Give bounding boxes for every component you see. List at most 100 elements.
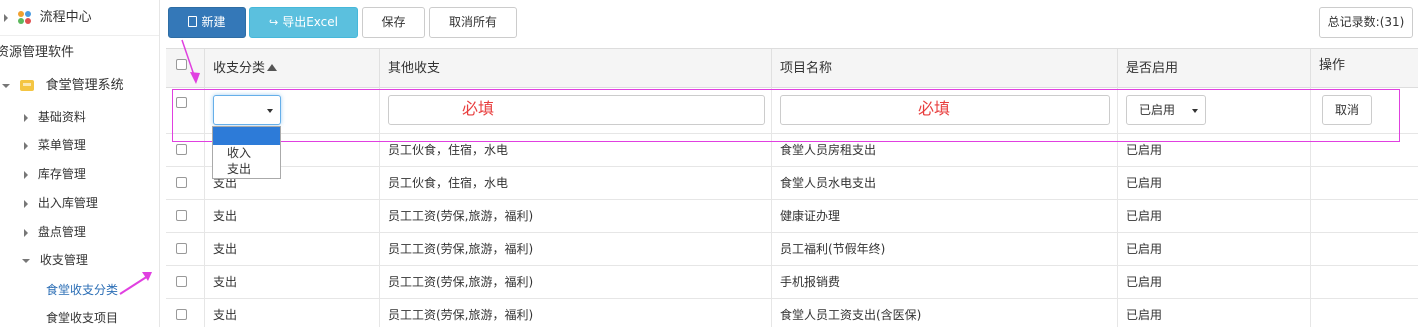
sidebar-item-label: 资源管理软件	[0, 45, 75, 60]
actions-cell	[1310, 299, 1418, 327]
sidebar-item-label: 盘点管理	[37, 225, 86, 239]
table-row[interactable]: 支出 员工工资(劳保,旅游，福利) 健康证办理 已启用	[166, 200, 1418, 233]
sidebar-item-label: 流程中心	[39, 10, 92, 25]
category-dropdown-list: 收入 支出	[212, 126, 281, 179]
sidebar-item-label: 收支管理	[39, 253, 88, 267]
table-row[interactable]: 支出 员工伙食，住宿，水电 食堂人员水电支出 已启用	[166, 167, 1418, 200]
edit-name-cell: 必填	[771, 88, 1117, 134]
select-all-checkbox[interactable]	[176, 59, 187, 70]
row-select-cell	[166, 134, 204, 167]
edit-action-cell: 取消	[1310, 88, 1418, 134]
table-row[interactable]: 支出 员工工资(劳保,旅游，福利) 食堂人员工资支出(含医保) 已启用	[166, 299, 1418, 327]
actions-cell	[1310, 233, 1418, 266]
header-label: 操作	[1319, 58, 1346, 73]
other-cell-text: 员工伙食，住宿，水电	[388, 143, 509, 157]
other-cell: 员工工资(劳保,旅游，福利)	[379, 233, 771, 266]
category-cell-text: 支出	[213, 209, 238, 223]
dropdown-option-income[interactable]: 收入	[213, 145, 280, 161]
row-checkbox[interactable]	[176, 276, 187, 287]
row-select-cell	[166, 200, 204, 233]
row-checkbox[interactable]	[176, 177, 187, 188]
row-checkbox[interactable]	[176, 97, 187, 108]
cancel-all-button[interactable]: 取消所有	[429, 7, 517, 38]
save-button[interactable]: 保存	[362, 7, 425, 38]
project-name-cell: 食堂人员房租支出	[771, 134, 1117, 167]
sidebar-item-canteen-system[interactable]: 食堂管理系统	[0, 71, 159, 100]
row-select-cell	[166, 299, 204, 327]
sidebar-item-label: 出入库管理	[37, 196, 98, 210]
edit-row: 必填 必填 已启用 取消	[166, 88, 1418, 134]
dropdown-option-empty[interactable]	[213, 127, 280, 145]
sidebar-item-label: 食堂管理系统	[45, 78, 124, 93]
export-excel-button[interactable]: ↪ 导出Excel	[249, 7, 358, 38]
new-document-icon	[188, 16, 198, 27]
other-cell-text: 员工工资(劳保,旅游，福利)	[388, 242, 534, 256]
new-button-label: 新建	[201, 15, 226, 29]
other-cell: 员工伙食，住宿，水电	[379, 167, 771, 200]
category-cell: 支出	[204, 299, 379, 327]
header-enabled[interactable]: 是否启用	[1117, 49, 1310, 89]
sidebar-subitem-category[interactable]: 食堂收支分类	[0, 276, 159, 305]
enabled-select[interactable]: 已启用	[1126, 95, 1206, 125]
chevron-down-icon	[1192, 109, 1198, 113]
sidebar-item-stocktake[interactable]: 盘点管理	[0, 218, 159, 247]
header-name[interactable]: 项目名称	[771, 49, 1117, 89]
sort-asc-icon	[267, 64, 278, 71]
header-label: 其他收支	[388, 61, 441, 76]
export-button-label: 导出Excel	[282, 15, 338, 29]
enabled-cell: 已启用	[1117, 167, 1310, 200]
row-checkbox[interactable]	[176, 243, 187, 254]
table-row[interactable]: 支出 员工工资(劳保,旅游，福利) 员工福利(节假年终) 已启用	[166, 233, 1418, 266]
sidebar-item-menu[interactable]: 菜单管理	[0, 131, 159, 160]
other-cell: 员工工资(劳保,旅游，福利)	[379, 299, 771, 327]
other-cell-text: 员工工资(劳保,旅游，福利)	[388, 308, 534, 322]
sidebar-item-software-root[interactable]: 资源管理软件	[0, 38, 159, 67]
sidebar-item-label: 食堂收支项目	[46, 311, 119, 325]
folder-icon	[19, 80, 34, 91]
row-select-cell	[166, 233, 204, 266]
scrollbar-gutter	[1418, 48, 1428, 327]
project-name-cell-text: 手机报销费	[780, 275, 841, 289]
flow-center-icon	[17, 10, 32, 25]
other-income-expense-input[interactable]	[388, 95, 765, 125]
enabled-cell-text: 已启用	[1126, 209, 1163, 223]
row-select-cell	[166, 167, 204, 200]
project-name-cell: 食堂人员水电支出	[771, 167, 1117, 200]
sidebar-item-income-expense[interactable]: 收支管理	[0, 246, 159, 275]
enabled-cell: 已启用	[1117, 299, 1310, 327]
new-button[interactable]: 新建	[168, 7, 246, 38]
header-other[interactable]: 其他收支	[379, 49, 771, 89]
edit-select-cell	[166, 88, 204, 134]
total-records-text: 总记录数:(31)	[1327, 15, 1405, 29]
dropdown-option-expense[interactable]: 支出	[213, 161, 280, 177]
enabled-select-value: 已启用	[1139, 103, 1176, 117]
category-select[interactable]	[213, 95, 281, 125]
caret-right-icon	[24, 170, 28, 179]
row-checkbox[interactable]	[176, 210, 187, 221]
enabled-cell-text: 已启用	[1126, 143, 1163, 157]
table-row[interactable]: 支出 员工工资(劳保,旅游，福利) 手机报销费 已启用	[166, 266, 1418, 299]
project-name-cell: 员工福利(节假年终)	[771, 233, 1117, 266]
enabled-cell-text: 已启用	[1126, 275, 1163, 289]
sidebar-item-inventory[interactable]: 库存管理	[0, 160, 159, 189]
other-cell: 员工伙食，住宿，水电	[379, 134, 771, 167]
row-cancel-button[interactable]: 取消	[1322, 95, 1372, 125]
enabled-cell: 已启用	[1117, 233, 1310, 266]
row-select-cell	[166, 266, 204, 299]
sidebar-item-flow-center[interactable]: 流程中心	[0, 3, 159, 32]
row-checkbox[interactable]	[176, 309, 187, 320]
caret-right-icon	[24, 141, 28, 150]
actions-cell	[1310, 200, 1418, 233]
other-cell-text: 员工工资(劳保,旅游，福利)	[388, 275, 534, 289]
category-cell-text: 支出	[213, 308, 238, 322]
sidebar-item-stock-io[interactable]: 出入库管理	[0, 189, 159, 218]
header-category[interactable]: 收支分类	[204, 49, 379, 89]
row-checkbox[interactable]	[176, 144, 187, 155]
project-name-cell-text: 员工福利(节假年终)	[780, 242, 886, 256]
sidebar-subitem-project[interactable]: 食堂收支项目	[0, 304, 159, 327]
sidebar-item-basic-data[interactable]: 基础资料	[0, 103, 159, 132]
category-cell-text: 支出	[213, 242, 238, 256]
row-cancel-label: 取消	[1334, 103, 1359, 117]
enabled-cell-text: 已启用	[1126, 176, 1163, 190]
table-row[interactable]: 员工伙食，住宿，水电 食堂人员房租支出 已启用	[166, 134, 1418, 167]
